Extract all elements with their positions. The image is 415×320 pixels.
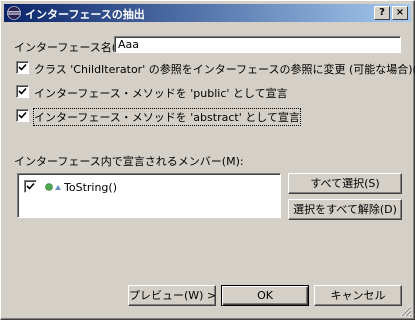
- option-declare-public-label: インターフェース・メソッドを 'public' として宣言: [34, 87, 288, 100]
- checkbox-change-references[interactable]: [16, 61, 29, 74]
- cancel-button[interactable]: キャンセル: [314, 285, 402, 306]
- resize-grip-icon[interactable]: [400, 305, 412, 317]
- member-checkbox[interactable]: [24, 180, 37, 193]
- ok-button[interactable]: OK: [221, 285, 309, 306]
- option-declare-public[interactable]: インターフェース・メソッドを 'public' として宣言: [16, 84, 288, 100]
- preview-button[interactable]: プレビュー(W) >: [128, 285, 216, 306]
- members-list[interactable]: ToString(): [17, 173, 281, 218]
- select-all-button[interactable]: すべて選択(S): [288, 173, 402, 194]
- extract-interface-dialog: インターフェースの抽出 ? × インターフェース名(I): クラス 'Child…: [0, 0, 415, 320]
- eclipse-icon: [6, 5, 22, 21]
- list-item[interactable]: ToString(): [24, 179, 274, 195]
- interface-name-label: インターフェース名(I):: [14, 41, 128, 54]
- interface-name-field-frame: [114, 36, 401, 53]
- deselect-all-button[interactable]: 選択をすべて解除(D): [288, 199, 402, 220]
- interface-name-input[interactable]: [115, 37, 398, 52]
- option-declare-abstract-label: インターフェース・メソッドを 'abstract' として宣言: [33, 108, 301, 126]
- close-button[interactable]: ×: [392, 6, 408, 20]
- member-label: ToString(): [64, 181, 117, 194]
- public-method-icon: [45, 182, 63, 195]
- option-change-references[interactable]: クラス 'ChildIterator' の参照をインターフェースの参照に変更 (…: [16, 60, 415, 76]
- checkbox-declare-public[interactable]: [16, 85, 29, 98]
- members-label: インターフェース内で宣言されるメンバー(M):: [14, 155, 244, 168]
- checkbox-declare-abstract[interactable]: [16, 109, 29, 122]
- help-button[interactable]: ?: [374, 6, 390, 20]
- option-declare-abstract[interactable]: インターフェース・メソッドを 'abstract' として宣言: [16, 108, 301, 126]
- option-change-references-label: クラス 'ChildIterator' の参照をインターフェースの参照に変更 (…: [34, 63, 415, 76]
- title-bar[interactable]: インターフェースの抽出 ? ×: [4, 4, 411, 22]
- window-title: インターフェースの抽出: [25, 8, 145, 21]
